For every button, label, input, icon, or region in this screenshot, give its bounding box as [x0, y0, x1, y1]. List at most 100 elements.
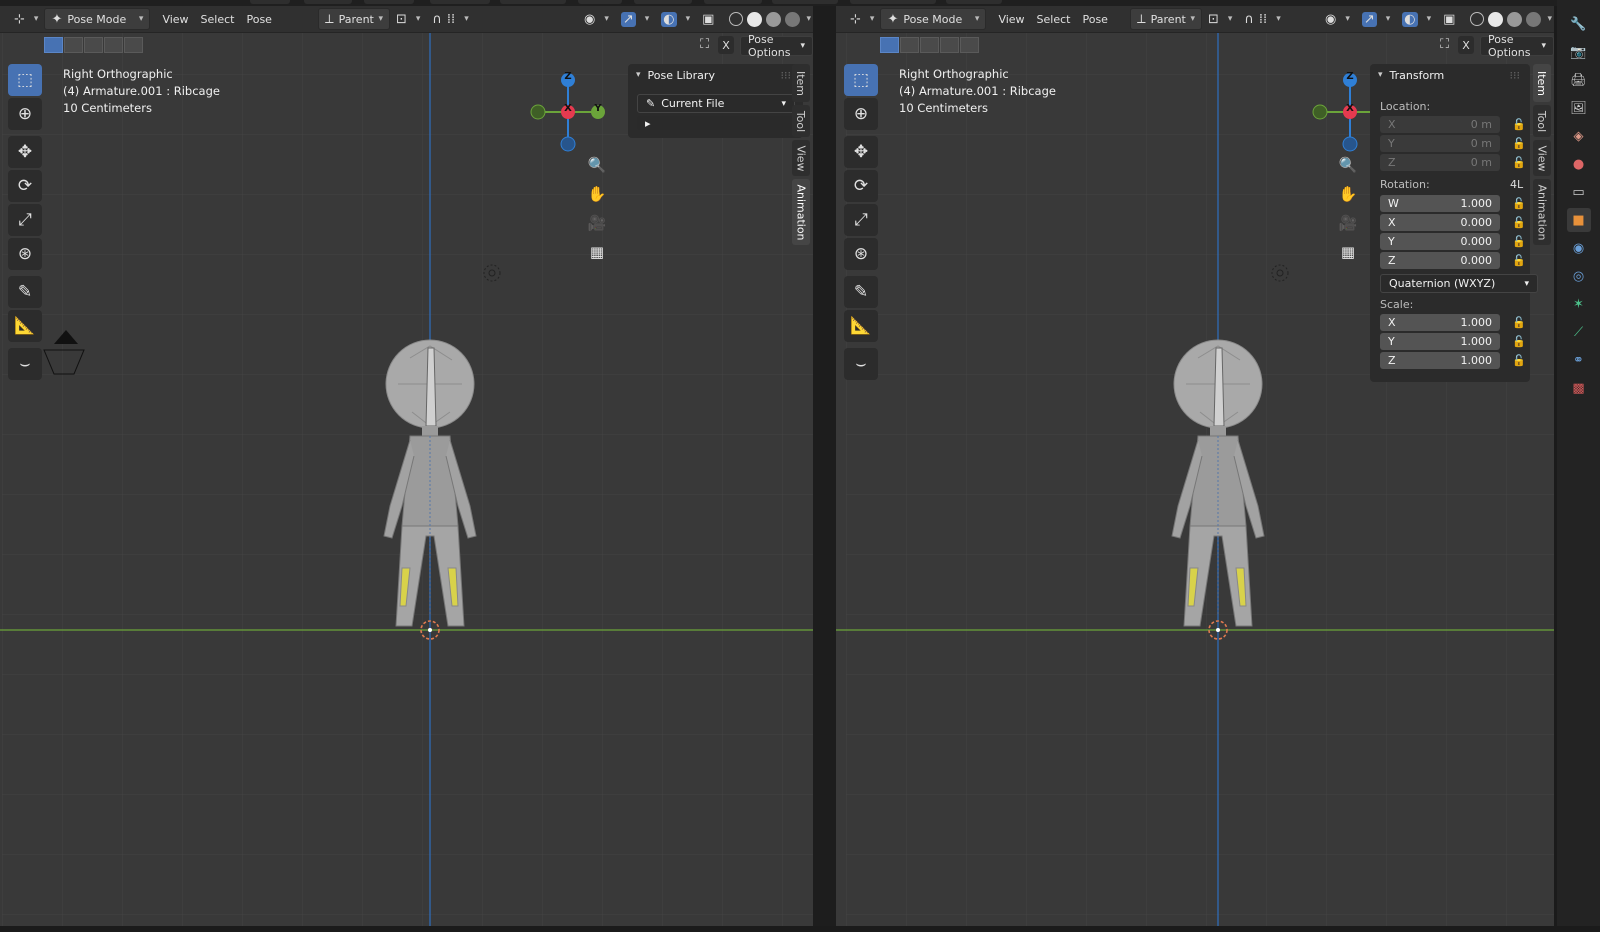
pose-options-dropdown[interactable]: Pose Options ▾: [740, 33, 813, 59]
menu-select[interactable]: Select: [1031, 9, 1077, 29]
light-icon[interactable]: [480, 261, 504, 285]
tab-item[interactable]: Item: [1533, 64, 1551, 102]
scale-x-field[interactable]: X 1.000: [1380, 314, 1500, 331]
snap-toggle[interactable]: ∩ ⁞⁞ ▾: [426, 9, 474, 29]
workspace-tab-layout[interactable]: [250, 0, 290, 4]
select-box-tool[interactable]: ⬚: [8, 64, 42, 96]
menu-select[interactable]: Select: [195, 9, 241, 29]
solid-shading-icon[interactable]: [1488, 11, 1504, 27]
editor-divider[interactable]: [813, 6, 836, 926]
object-properties-icon[interactable]: ■: [1566, 208, 1591, 232]
right-3d-viewport[interactable]: ⊹ ▾ ✦ Pose Mode ▾ View Select Pose ⟂ Parent ▾…: [836, 6, 1554, 926]
camera-view-icon[interactable]: 🎥: [583, 209, 611, 237]
transform-affect-icon[interactable]: ⛶: [1440, 37, 1449, 52]
lock-icon[interactable]: 🔓: [1512, 197, 1526, 210]
menu-pose[interactable]: Pose: [240, 9, 277, 29]
editor-type-button[interactable]: ⊹ ▾: [844, 9, 880, 29]
transform-tool[interactable]: ⊛: [844, 238, 878, 270]
x-mirror-toggle[interactable]: X: [1458, 36, 1474, 54]
select-subtract-icon[interactable]: [920, 37, 939, 53]
camera-object-icon[interactable]: [38, 328, 90, 378]
pan-hand-icon[interactable]: ✋: [583, 180, 611, 208]
perspective-grid-icon[interactable]: ▦: [1334, 238, 1362, 266]
collection-properties-icon[interactable]: ▭: [1567, 180, 1591, 204]
drag-handle-icon[interactable]: ⁝⁝⁝: [1510, 69, 1521, 82]
rotation-z-field[interactable]: Z 0.000: [1380, 252, 1500, 269]
zoom-icon[interactable]: 🔍: [1334, 151, 1362, 179]
selection-mode-buttons[interactable]: [880, 37, 980, 53]
solid-shading-icon[interactable]: [747, 11, 763, 27]
rendered-shading-icon[interactable]: [785, 11, 801, 27]
output-properties-icon[interactable]: 🖨: [1567, 68, 1591, 92]
snap-toggle[interactable]: ∩ ⁞⁞ ▾: [1238, 9, 1286, 29]
rotation-mode-select[interactable]: Quaternion (WXYZ) ▾: [1380, 274, 1538, 293]
tab-view[interactable]: View: [1533, 140, 1551, 176]
workspace-tab-rendering[interactable]: [704, 0, 762, 4]
pose-options-dropdown[interactable]: Pose Options ▾: [1480, 33, 1554, 59]
select-box-tool[interactable]: ⬚: [844, 64, 878, 96]
workspace-tab-geometry-nodes[interactable]: [850, 0, 936, 4]
material-shading-icon[interactable]: [1507, 11, 1523, 27]
transform-tool[interactable]: ⊛: [8, 238, 42, 270]
workspace-tab-scripting[interactable]: [946, 0, 1002, 4]
scale-tool[interactable]: ⤢: [844, 204, 878, 236]
lock-icon[interactable]: 🔓: [1512, 235, 1526, 248]
editor-type-button[interactable]: ⊹ ▾: [8, 9, 44, 29]
tool-properties-icon[interactable]: 🔧: [1567, 12, 1591, 36]
lock-icon[interactable]: 🔓: [1512, 137, 1526, 150]
move-tool[interactable]: ✥: [844, 136, 878, 168]
transform-affect-icon[interactable]: ⛶: [700, 37, 709, 52]
workspace-tab-compositing[interactable]: [772, 0, 838, 4]
perspective-grid-icon[interactable]: ▦: [583, 238, 611, 266]
lock-icon[interactable]: 🔓: [1512, 118, 1526, 131]
rotation-w-field[interactable]: W 1.000: [1380, 195, 1500, 212]
tab-tool[interactable]: Tool: [792, 105, 810, 137]
material-shading-icon[interactable]: [766, 11, 782, 27]
menu-pose[interactable]: Pose: [1076, 9, 1113, 29]
texture-properties-icon[interactable]: ▩: [1567, 376, 1591, 400]
select-new-icon[interactable]: [44, 37, 63, 53]
scale-tool[interactable]: ⤢: [8, 204, 42, 236]
bone-properties-icon[interactable]: ⟋: [1567, 320, 1591, 344]
select-invert-icon[interactable]: [940, 37, 959, 53]
x-mirror-toggle[interactable]: X: [718, 36, 734, 54]
physics-properties-icon[interactable]: ◎: [1567, 264, 1591, 288]
lock-icon[interactable]: 🔓: [1512, 156, 1526, 169]
workspace-tab-texture-paint[interactable]: [500, 0, 566, 4]
overlays-toggle[interactable]: ◐ ▾: [655, 9, 696, 29]
pan-hand-icon[interactable]: ✋: [1334, 180, 1362, 208]
annotate-tool[interactable]: ✎: [844, 276, 878, 308]
select-invert-icon[interactable]: [104, 37, 123, 53]
xray-toggle[interactable]: ▣: [696, 9, 725, 29]
lock-icon[interactable]: 🔓: [1512, 216, 1526, 229]
annotate-tool[interactable]: ✎: [8, 276, 42, 308]
wireframe-shading-icon[interactable]: [729, 12, 744, 26]
transform-orientation-button[interactable]: ⊡ ▾: [1202, 9, 1238, 29]
gizmo-toggle[interactable]: ↗ ▾: [1356, 9, 1396, 29]
location-x-field[interactable]: X 0 m: [1380, 116, 1500, 133]
transform-header[interactable]: ▾ Transform ⁝⁝⁝: [1370, 64, 1530, 86]
wireframe-shading-icon[interactable]: [1470, 12, 1485, 26]
move-tool[interactable]: ✥: [8, 136, 42, 168]
shading-modes[interactable]: ▾: [1466, 9, 1554, 29]
select-extend-icon[interactable]: [900, 37, 919, 53]
view-layer-icon[interactable]: 🖼: [1567, 96, 1591, 120]
bone-bend-tool[interactable]: ⌣: [844, 348, 878, 380]
armature-data-icon[interactable]: ✶: [1567, 292, 1591, 316]
location-y-field[interactable]: Y 0 m: [1380, 135, 1500, 152]
rotate-tool[interactable]: ⟳: [8, 170, 42, 202]
visibility-button[interactable]: ◉ ▾: [578, 9, 615, 29]
xray-toggle[interactable]: ▣: [1437, 9, 1466, 29]
mode-select[interactable]: ✦ Pose Mode ▾: [44, 8, 151, 30]
zoom-icon[interactable]: 🔍: [583, 151, 611, 179]
pose-library-source-select[interactable]: ✎ Current File ▾: [637, 94, 795, 113]
workspace-tab-uv-editing[interactable]: [430, 0, 490, 4]
shading-modes[interactable]: ▾: [725, 9, 813, 29]
scale-z-field[interactable]: Z 1.000: [1380, 352, 1500, 369]
world-properties-icon[interactable]: ●: [1567, 152, 1591, 176]
lock-icon[interactable]: 🔓: [1512, 354, 1526, 367]
mode-select[interactable]: ✦ Pose Mode ▾: [880, 8, 987, 30]
bone-bend-tool[interactable]: ⌣: [8, 348, 42, 380]
pose-library-expand[interactable]: ▸: [637, 116, 793, 130]
tab-animation[interactable]: Animation: [1533, 179, 1551, 245]
